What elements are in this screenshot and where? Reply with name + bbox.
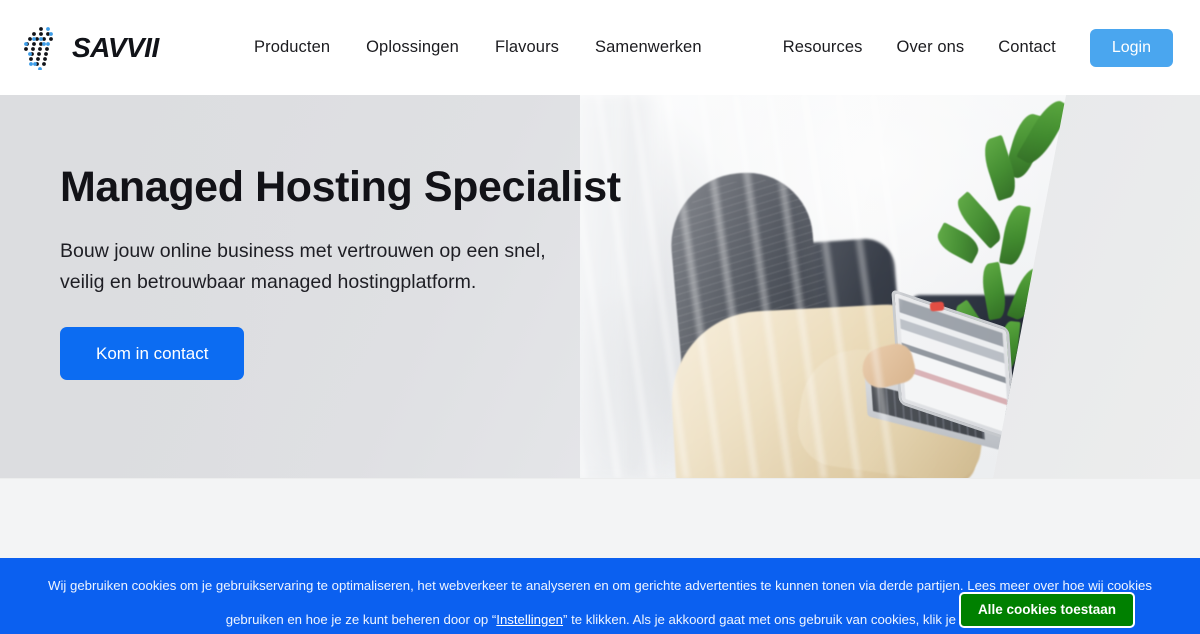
hero-title: Managed Hosting Specialist [60, 163, 621, 211]
nav-item-resources[interactable]: Resources [783, 39, 863, 56]
hero-section: Managed Hosting Specialist Bouw jouw onl… [0, 95, 1200, 478]
content-section-placeholder [0, 478, 1200, 558]
kom-in-contact-button[interactable]: Kom in contact [60, 326, 245, 380]
savvii-logo[interactable]: SAVVII [22, 26, 192, 70]
nav-item-producten[interactable]: Producten [254, 39, 330, 56]
savvii-wordmark: SAVVII [72, 33, 161, 63]
cookie-text-part-2: ” te klikken. Als je akkoord gaat met on… [563, 612, 975, 627]
hero-content: Managed Hosting Specialist Bouw jouw onl… [60, 163, 621, 380]
nav-item-oplossingen[interactable]: Oplossingen [366, 39, 459, 56]
login-button[interactable]: Login [1089, 28, 1173, 67]
secondary-navigation: Resources Over ons Contact Login [783, 28, 1173, 67]
nav-item-flavours[interactable]: Flavours [495, 39, 559, 56]
hero-image-clip [580, 95, 1066, 478]
accept-all-cookies-button[interactable]: Alle cookies toestaan [958, 592, 1135, 628]
hero-subtitle: Bouw jouw online business met vertrouwen… [60, 236, 621, 299]
nav-item-samenwerken[interactable]: Samenwerken [595, 39, 702, 56]
svg-text:SAVVII: SAVVII [72, 33, 160, 63]
nav-item-contact[interactable]: Contact [998, 39, 1056, 56]
savvii-dot-mark-icon [24, 26, 53, 70]
laptop-screen-marker [929, 301, 945, 312]
hero-image [580, 95, 1200, 478]
page-root: SAVVII Producten Oplossingen Flavours Sa… [0, 0, 1200, 634]
nav-item-over-ons[interactable]: Over ons [897, 39, 965, 56]
site-header: SAVVII Producten Oplossingen Flavours Sa… [0, 0, 1200, 95]
cookie-settings-link[interactable]: Instellingen [496, 612, 563, 627]
hero-subtitle-line-2: veilig en betrouwbaar managed hostingpla… [60, 271, 477, 294]
hero-subtitle-line-1: Bouw jouw online business met vertrouwen… [60, 239, 546, 262]
primary-navigation: Producten Oplossingen Flavours Samenwerk… [254, 39, 702, 56]
